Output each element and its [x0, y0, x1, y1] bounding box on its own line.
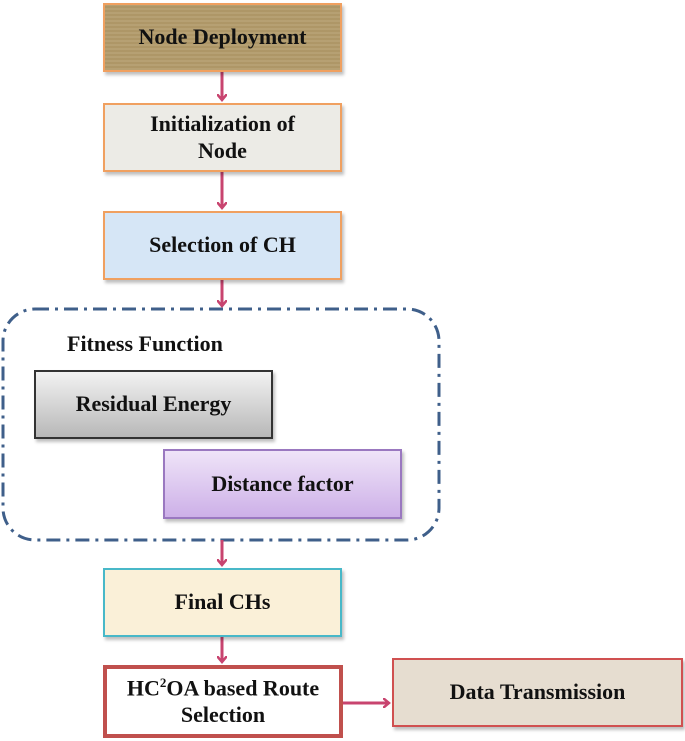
- route-selection-box: HC2OA based Route Selection: [103, 665, 343, 738]
- residual-energy-label: Residual Energy: [75, 391, 232, 417]
- fitness-function-title: Fitness Function: [67, 331, 223, 356]
- final-chs-label: Final CHs: [174, 589, 271, 615]
- selection-ch-box: Selection of CH: [103, 211, 342, 280]
- residual-energy-box: Residual Energy: [34, 370, 273, 439]
- route-selection-label: HC2OA based Route Selection: [123, 675, 323, 728]
- node-deployment-label: Node Deployment: [138, 24, 307, 50]
- route-suffix: OA based Route Selection: [166, 675, 320, 727]
- distance-factor-box: Distance factor: [163, 449, 402, 519]
- initialization-label: Initialization of Node: [150, 111, 295, 163]
- route-prefix: HC: [126, 675, 160, 701]
- initialization-box: Initialization of Node: [103, 103, 342, 172]
- data-transmission-box: Data Transmission: [392, 658, 683, 727]
- final-chs-box: Final CHs: [103, 568, 342, 637]
- selection-ch-label: Selection of CH: [149, 232, 296, 258]
- distance-factor-label: Distance factor: [211, 470, 354, 496]
- node-deployment-box: Node Deployment: [103, 3, 342, 72]
- data-transmission-label: Data Transmission: [449, 679, 626, 705]
